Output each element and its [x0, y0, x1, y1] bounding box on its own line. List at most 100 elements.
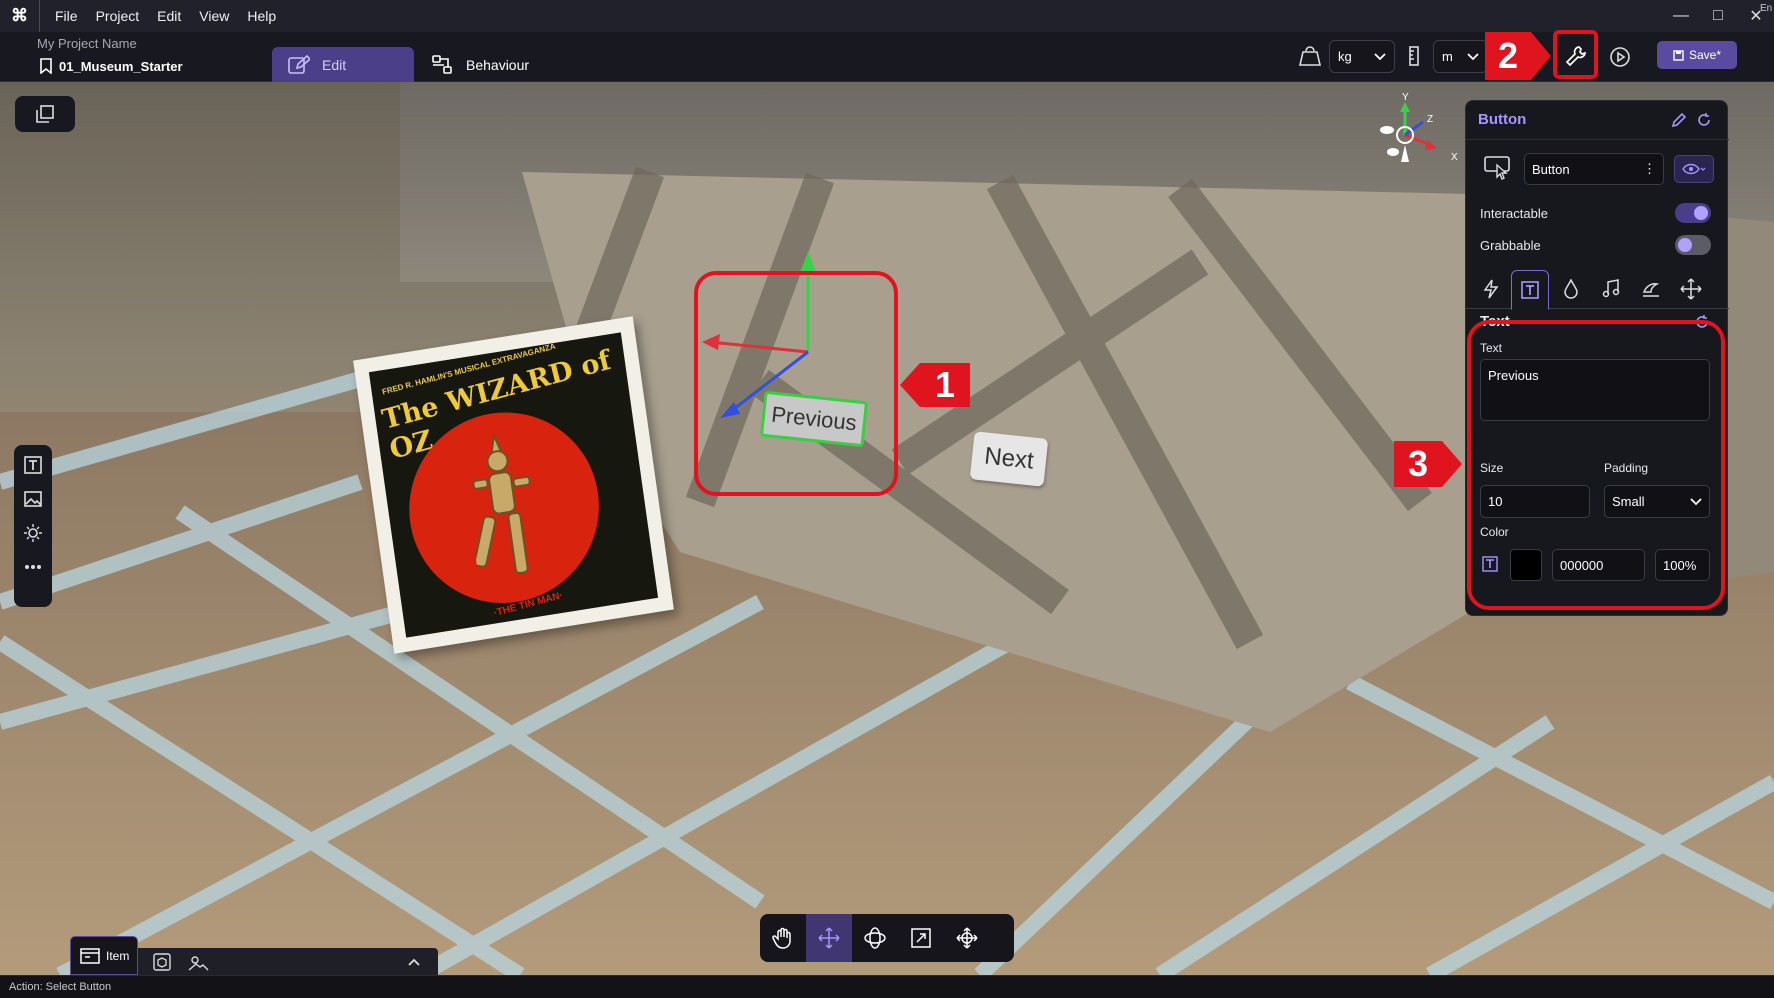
annotation-box-3	[1467, 320, 1725, 610]
copy-layers-icon	[36, 105, 54, 123]
scene-name[interactable]: 01_Museum_Starter	[40, 58, 183, 74]
annotation-box-1	[694, 271, 898, 496]
edit-icon	[288, 54, 310, 74]
stamp-icon	[1642, 283, 1660, 297]
reset-button[interactable]	[1693, 109, 1715, 131]
kebab-menu-icon[interactable]: ⋮	[1643, 161, 1656, 177]
tab-material[interactable]	[1552, 269, 1590, 309]
scale-tool-button[interactable]	[898, 914, 944, 962]
chevron-up-icon	[408, 958, 420, 966]
object-name-field[interactable]: Button ⋮	[1524, 153, 1664, 185]
rotate-icon	[864, 927, 886, 949]
annotation-number-3: 3	[1394, 441, 1442, 487]
tab-transform[interactable]	[1672, 269, 1710, 309]
poster-artwork: FRED R. HAMLIN'S MUSICAL EXTRAVAGANZA Th…	[368, 332, 659, 638]
orientation-gizmo[interactable]: Y Z X	[1365, 90, 1465, 180]
minimize-button[interactable]: —	[1663, 0, 1699, 32]
interactable-toggle[interactable]	[1675, 203, 1711, 223]
landscape-sun-icon	[188, 956, 209, 971]
corner-label: En	[1760, 3, 1773, 14]
bookmark-icon	[40, 58, 52, 74]
length-unit-value: m	[1442, 49, 1453, 64]
rename-button[interactable]	[1668, 109, 1690, 131]
annotation-number-1: 1	[920, 363, 970, 407]
universal-tool-button[interactable]	[944, 914, 990, 962]
save-button[interactable]: Save*	[1657, 41, 1737, 69]
flow-icon	[432, 54, 452, 74]
annotation-callout-1: 1	[900, 363, 970, 407]
grabbable-label: Grabbable	[1480, 238, 1541, 253]
button-type-icon	[1480, 153, 1516, 183]
pencil-icon	[1671, 112, 1687, 128]
expand-tray-button[interactable]	[404, 952, 424, 972]
menu-help[interactable]: Help	[238, 8, 285, 24]
tab-behaviour[interactable]: Behaviour	[416, 47, 545, 82]
status-bar: Action: Select Button	[0, 975, 1774, 998]
rotate-tool-button[interactable]	[852, 914, 898, 962]
universal-transform-icon	[956, 927, 978, 949]
menu-view[interactable]: View	[190, 8, 238, 24]
cube-library-button[interactable]	[150, 950, 174, 974]
interactable-label: Interactable	[1480, 206, 1548, 221]
scale-icon	[911, 928, 931, 948]
environment-button[interactable]	[185, 950, 211, 974]
eye-icon	[1682, 163, 1706, 175]
layers-button[interactable]	[15, 96, 75, 132]
weight-icon	[1296, 42, 1324, 70]
play-icon	[1610, 47, 1630, 67]
left-tool-strip	[14, 445, 52, 607]
tab-audio[interactable]	[1592, 269, 1630, 309]
move-tool-button[interactable]	[806, 914, 852, 962]
hand-tool-button[interactable]	[760, 914, 806, 962]
next-button-object[interactable]: Next	[969, 431, 1049, 487]
tab-events[interactable]	[1472, 269, 1510, 309]
length-unit-select[interactable]: m	[1433, 40, 1488, 73]
droplet-icon	[1564, 279, 1578, 299]
item-tab[interactable]: Item	[70, 936, 138, 975]
visibility-select[interactable]	[1674, 155, 1714, 183]
tab-edit[interactable]: Edit	[272, 47, 414, 82]
floppy-icon	[1673, 49, 1684, 61]
item-icon	[80, 947, 100, 964]
annotation-number-2: 2	[1485, 32, 1531, 80]
gizmo-y-label: Y	[1402, 92, 1409, 103]
inspector-title: Button	[1478, 111, 1527, 128]
cube-icon	[153, 953, 171, 971]
tab-appearance[interactable]	[1632, 269, 1670, 309]
wizard-of-oz-poster[interactable]: FRED R. HAMLIN'S MUSICAL EXTRAVAGANZA Th…	[353, 316, 674, 654]
music-icon	[1602, 279, 1620, 298]
tab-behaviour-label: Behaviour	[466, 56, 530, 73]
component-tabs	[1466, 269, 1729, 310]
tab-text[interactable]	[1511, 270, 1549, 310]
item-tab-label: Item	[106, 948, 130, 963]
tab-edit-label: Edit	[322, 56, 347, 73]
tools-wrench-button[interactable]	[1559, 39, 1592, 72]
gizmo-x-label: X	[1451, 152, 1458, 163]
grabbable-toggle[interactable]	[1675, 235, 1711, 255]
image-tool-icon[interactable]	[23, 489, 43, 509]
text-tool-icon[interactable]	[23, 455, 43, 475]
save-label: Save*	[1688, 48, 1722, 62]
status-text: Action: Select Button	[9, 981, 112, 993]
project-name: My Project Name	[37, 36, 137, 51]
play-button[interactable]	[1604, 41, 1636, 73]
light-tool-icon[interactable]	[23, 523, 43, 543]
annotation-callout-2: 2	[1485, 32, 1551, 80]
menu-edit[interactable]: Edit	[148, 8, 190, 24]
annotation-callout-3: 3	[1394, 441, 1462, 487]
gizmo-z-label: Z	[1427, 114, 1433, 125]
scene-name-label: 01_Museum_Starter	[59, 58, 183, 74]
chevron-down-icon	[1467, 52, 1479, 60]
more-icon[interactable]	[23, 557, 43, 577]
move-arrows-icon	[818, 927, 840, 949]
menu-file[interactable]: File	[46, 8, 87, 24]
maximize-button[interactable]: □	[1700, 0, 1736, 32]
menu-project[interactable]: Project	[87, 8, 149, 24]
menu-bar: ⌘ File Project Edit View Help — □ ✕ En	[0, 0, 1774, 32]
project-toolbar: My Project Name 01_Museum_Starter Edit B…	[0, 30, 1774, 82]
chevron-down-icon	[1374, 52, 1386, 60]
mass-unit-select[interactable]: kg	[1329, 40, 1395, 73]
lightning-icon	[1483, 279, 1499, 299]
app-logo-icon: ⌘	[0, 0, 40, 32]
mass-unit-value: kg	[1338, 49, 1352, 64]
